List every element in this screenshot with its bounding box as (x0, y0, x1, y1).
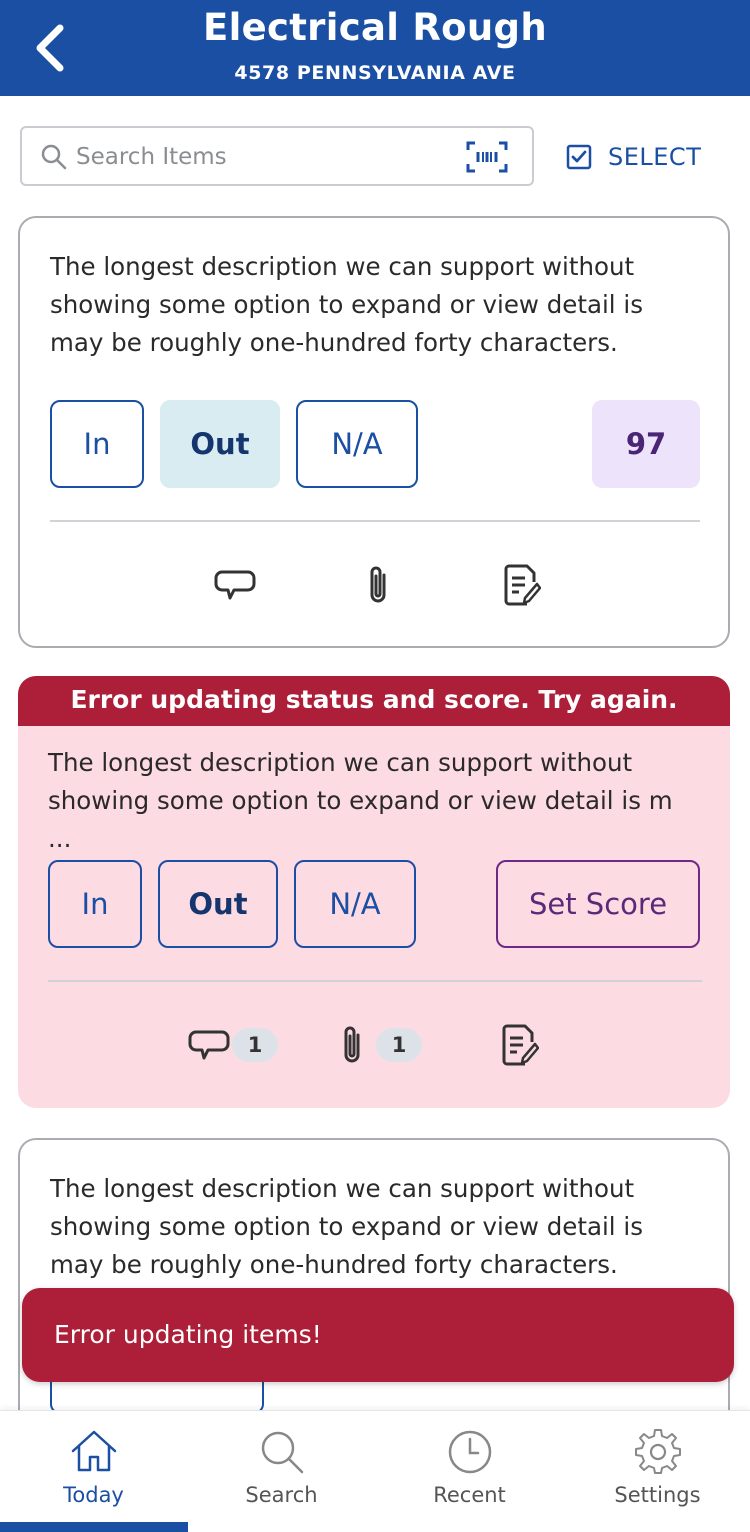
status-out-button[interactable]: Out (158, 860, 278, 948)
item-description: The longest description we can support w… (50, 252, 643, 357)
page-title: Electrical Rough (203, 6, 547, 49)
inspection-item-card-error: Error updating status and score. Try aga… (18, 676, 730, 1108)
tab-label: Today (63, 1483, 124, 1507)
divider (50, 520, 700, 522)
tab-search[interactable]: Search (188, 1411, 375, 1532)
active-tab-indicator (0, 1522, 188, 1532)
home-icon (71, 1430, 116, 1472)
inspection-item-card: The longest description we can support w… (18, 216, 730, 648)
tab-recent[interactable]: Recent (376, 1411, 563, 1532)
gear-icon (634, 1429, 681, 1474)
attachment-button[interactable] (330, 1020, 374, 1070)
bottom-tab-bar: Today Search Recent Settings (0, 1410, 750, 1532)
status-na-button[interactable]: N/A (296, 400, 418, 488)
comment-button[interactable] (210, 564, 260, 606)
barcode-scan-icon[interactable] (466, 141, 508, 173)
notes-button[interactable] (498, 1022, 542, 1068)
search-icon (261, 1431, 303, 1474)
comment-count-badge: 1 (232, 1028, 278, 1062)
select-button[interactable]: SELECT (566, 140, 701, 174)
divider (48, 980, 702, 982)
notes-button[interactable] (500, 562, 544, 608)
comment-button[interactable] (184, 1024, 234, 1066)
paperclip-icon (370, 566, 386, 603)
inspection-item-card: The longest description we can support w… (18, 1138, 730, 1428)
item-description: The longest description we can support w… (48, 748, 673, 853)
tab-today[interactable]: Today (0, 1411, 187, 1532)
score-badge[interactable]: 97 (592, 400, 700, 488)
edit-document-icon (502, 1024, 539, 1066)
page-subtitle: 4578 PENNSYLVANIA AVE (234, 62, 516, 84)
tab-label: Settings (614, 1483, 701, 1507)
search-input[interactable] (76, 138, 456, 176)
set-score-button[interactable]: Set Score (496, 860, 700, 948)
error-toast: Error updating items! (22, 1288, 734, 1382)
attachment-button[interactable] (356, 560, 400, 610)
tab-label: Recent (433, 1483, 506, 1507)
item-error-banner: Error updating status and score. Try aga… (18, 676, 730, 726)
tab-settings[interactable]: Settings (564, 1411, 750, 1532)
comment-icon (188, 1030, 230, 1060)
attachment-count-badge: 1 (376, 1028, 422, 1062)
edit-document-icon (504, 564, 541, 606)
select-label: SELECT (608, 143, 702, 171)
paperclip-icon (344, 1026, 360, 1063)
search-box (20, 126, 534, 186)
comment-icon (214, 570, 256, 600)
status-in-button[interactable]: In (50, 400, 144, 488)
status-out-button[interactable]: Out (160, 400, 280, 488)
clock-icon (448, 1430, 491, 1474)
item-description: The longest description we can support w… (50, 1174, 643, 1279)
tab-label: Search (245, 1483, 318, 1507)
status-na-button[interactable]: N/A (294, 860, 416, 948)
search-icon (41, 144, 67, 170)
app-header: Electrical Rough 4578 PENNSYLVANIA AVE (0, 0, 750, 96)
checkbox-checked-icon (566, 144, 592, 170)
status-in-button[interactable]: In (48, 860, 142, 948)
